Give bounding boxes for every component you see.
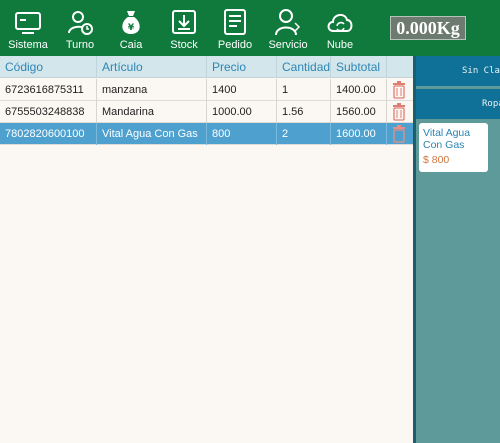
cell-precio: 1400 [206, 79, 276, 101]
trash-icon[interactable] [392, 103, 406, 121]
order-table: Código Artículo Precio Cantidad Subtotal… [0, 56, 414, 443]
product-card[interactable]: Vital Agua Con Gas $ 800 [419, 123, 488, 172]
stock-label: Stock [170, 39, 198, 51]
cell-subtotal: 1600.00 [330, 123, 386, 145]
sistema-label: Sistema [8, 39, 48, 51]
cell-precio: 1000.00 [206, 101, 276, 123]
table-row[interactable]: 6755503248838 Mandarina 1000.00 1.56 156… [0, 101, 414, 123]
cell-cantidad: 1.56 [276, 101, 330, 123]
cell-articulo: Vital Agua Con Gas [96, 123, 206, 145]
trash-icon[interactable] [392, 81, 406, 99]
cell-subtotal: 1400.00 [330, 79, 386, 101]
header-codigo: Código [5, 60, 44, 74]
user-clock-icon [68, 11, 93, 35]
svg-text:¥: ¥ [128, 23, 135, 33]
caja-label: Caia [119, 39, 143, 51]
turno-label: Turno [65, 39, 95, 51]
cell-cantidad: 1 [276, 79, 330, 101]
nube-label: Nube [326, 39, 354, 51]
header-actions [386, 56, 414, 78]
table-row[interactable]: 6723616875311 manzana 1400 1 1400.00 [0, 79, 414, 101]
top-toolbar: Sistema Turno ¥ Caia Stock Pedido Servic… [0, 0, 500, 56]
turno-button[interactable]: Turno [55, 0, 105, 56]
table-row-selected[interactable]: 7802820600100 Vital Agua Con Gas 800 2 1… [0, 123, 414, 145]
order-list-icon [224, 9, 246, 35]
cloud-sync-icon [327, 14, 353, 32]
pedido-label: Pedido [217, 39, 253, 51]
cell-precio: 800 [206, 123, 276, 145]
pedido-button[interactable]: Pedido [210, 0, 260, 56]
header-precio: Precio [206, 56, 276, 78]
caja-button[interactable]: ¥ Caia [106, 0, 156, 56]
cell-articulo: Mandarina [96, 101, 206, 123]
category-sin-clasificar[interactable]: Sin Clasi [416, 56, 500, 86]
nube-button[interactable]: Nube [315, 0, 365, 56]
servicio-label: Servicio [268, 39, 308, 51]
category-ropa[interactable]: Ropa [416, 89, 500, 119]
weight-display: 0.000Kg [390, 16, 466, 40]
cell-codigo: 6723616875311 [5, 84, 84, 96]
download-box-icon [172, 10, 196, 34]
cell-cantidad: 2 [276, 123, 330, 145]
service-person-icon [275, 9, 301, 36]
money-bag-icon: ¥ [122, 11, 140, 34]
header-subtotal: Subtotal [330, 56, 386, 78]
cell-articulo: manzana [96, 79, 206, 101]
cell-codigo: 7802820600100 [5, 128, 85, 140]
header-articulo: Artículo [96, 56, 206, 78]
trash-icon[interactable] [392, 125, 406, 143]
sistema-button[interactable]: Sistema [3, 0, 53, 56]
stock-button[interactable]: Stock [159, 0, 209, 56]
product-name: Vital Agua Con Gas [423, 127, 471, 151]
header-cantidad: Cantidad [276, 56, 330, 78]
servicio-button[interactable]: Servicio [263, 0, 313, 56]
product-panel: Sin Clasi Ropa Vital Agua Con Gas $ 800 [416, 56, 500, 443]
cell-subtotal: 1560.00 [330, 101, 386, 123]
table-header: Código Artículo Precio Cantidad Subtotal [0, 56, 414, 78]
cell-codigo: 6755503248838 [5, 106, 85, 118]
monitor-icon [15, 12, 41, 34]
product-price: $ 800 [423, 154, 450, 166]
